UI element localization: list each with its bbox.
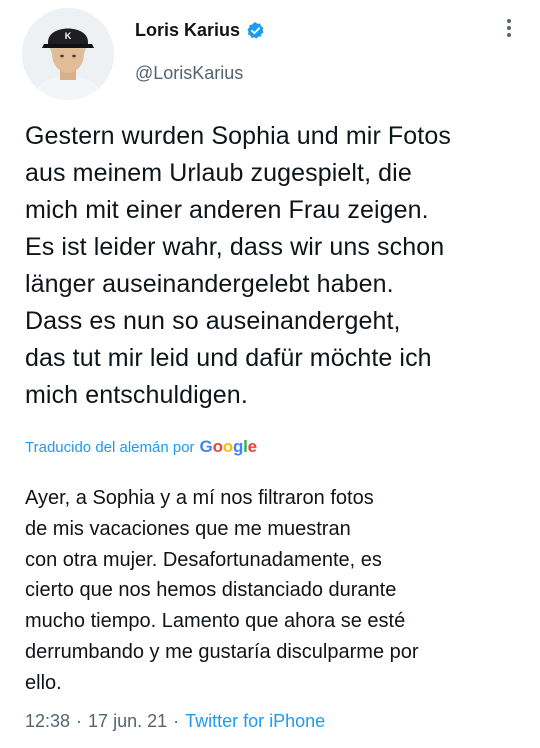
google-logo-letter: o bbox=[222, 437, 233, 456]
avatar[interactable]: K bbox=[22, 8, 114, 100]
author-block: Loris Karius @LorisKarius bbox=[135, 17, 265, 84]
translation-label[interactable]: Traducido del alemán por bbox=[25, 439, 195, 456]
tweet-source-link[interactable]: Twitter for iPhone bbox=[185, 711, 325, 732]
meta-separator: · bbox=[76, 711, 83, 731]
meta-separator: · bbox=[173, 711, 180, 731]
svg-text:K: K bbox=[65, 31, 72, 41]
translated-text: Ayer, a Sophia y a mí nos filtraron foto… bbox=[25, 487, 419, 694]
translation-attribution: Traducido del alemán por Google bbox=[25, 437, 257, 457]
more-options-icon[interactable] bbox=[502, 18, 516, 38]
verified-badge-icon bbox=[246, 21, 265, 40]
tweet-card: K Loris Karius @LorisKarius Gestern wurd… bbox=[0, 0, 540, 748]
tweet-date[interactable]: 17 jun. 21 bbox=[88, 711, 167, 732]
tweet-time[interactable]: 12:38 bbox=[25, 711, 70, 732]
user-handle[interactable]: @LorisKarius bbox=[135, 63, 265, 84]
tweet-metadata: 12:38 · 17 jun. 21 · Twitter for iPhone bbox=[25, 711, 325, 732]
google-logo-letter: e bbox=[247, 437, 257, 456]
display-name-row: Loris Karius bbox=[135, 17, 265, 43]
google-logo-letter: o bbox=[212, 437, 223, 456]
tweet-text: Gestern wurden Sophia und mir Fotos aus … bbox=[25, 122, 451, 409]
display-name[interactable]: Loris Karius bbox=[135, 20, 240, 41]
google-logo-letter: g bbox=[232, 437, 244, 456]
google-logo: Google bbox=[199, 437, 258, 457]
user-avatar-icon: K bbox=[22, 8, 114, 100]
google-logo-letter: G bbox=[199, 437, 213, 456]
